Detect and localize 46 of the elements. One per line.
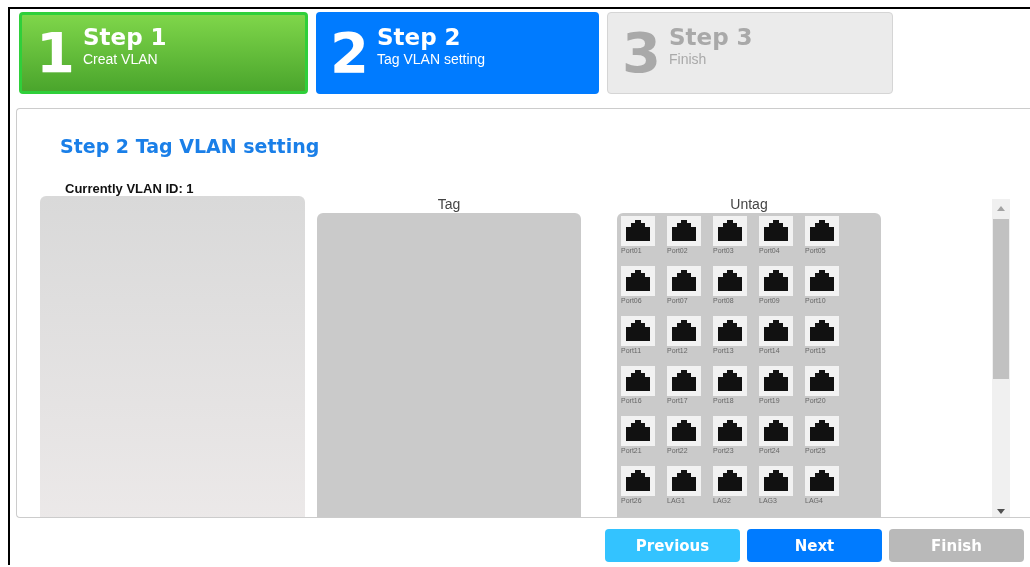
step-number: 3 — [622, 25, 661, 81]
ethernet-port-icon[interactable] — [759, 366, 793, 396]
ethernet-port-icon[interactable] — [667, 416, 701, 446]
next-button[interactable]: Next — [747, 529, 882, 562]
panel-heading: Step 2 Tag VLAN setting — [60, 135, 321, 157]
vlan-id-label: Currently VLAN ID: 1 — [65, 181, 195, 196]
ethernet-port-icon[interactable] — [621, 316, 655, 346]
ethernet-port-icon[interactable] — [667, 466, 701, 496]
ethernet-port-icon[interactable] — [759, 316, 793, 346]
tag-label: Tag — [437, 196, 461, 213]
ethernet-port-icon[interactable] — [759, 416, 793, 446]
ethernet-port-icon[interactable] — [713, 316, 747, 346]
ethernet-port-icon[interactable] — [805, 266, 839, 296]
ethernet-port-icon[interactable] — [713, 466, 747, 496]
ethernet-port-icon[interactable] — [667, 266, 701, 296]
step-title: Step 3 — [668, 25, 753, 51]
step-number: 1 — [36, 25, 75, 81]
step-subtitle: Finish — [668, 50, 708, 67]
untag-label: Untag — [730, 196, 768, 213]
ethernet-port-icon[interactable] — [667, 216, 701, 246]
step-subtitle: Tag VLAN setting — [376, 50, 486, 67]
step-number: 2 — [330, 25, 369, 81]
ethernet-port-icon[interactable] — [805, 366, 839, 396]
ethernet-port-icon[interactable] — [621, 416, 655, 446]
ethernet-port-icon[interactable] — [759, 466, 793, 496]
ethernet-port-icon[interactable] — [759, 266, 793, 296]
untag-drop-area[interactable] — [617, 213, 881, 517]
ethernet-port-icon[interactable] — [621, 366, 655, 396]
previous-button[interactable]: Previous — [605, 529, 740, 562]
step-title: Step 2 — [376, 25, 462, 51]
ethernet-port-icon[interactable] — [667, 316, 701, 346]
ethernet-port-icon[interactable] — [713, 416, 747, 446]
ethernet-port-icon[interactable] — [713, 266, 747, 296]
ethernet-port-icon[interactable] — [805, 466, 839, 496]
step-subtitle: Creat VLAN — [82, 50, 159, 67]
ethernet-port-icon[interactable] — [805, 216, 839, 246]
step-title: Step 1 — [82, 25, 167, 51]
ethernet-port-icon[interactable] — [805, 416, 839, 446]
ethernet-port-icon[interactable] — [621, 266, 655, 296]
ethernet-port-icon[interactable] — [621, 466, 655, 496]
ethernet-port-icon[interactable] — [759, 216, 793, 246]
ethernet-port-icon[interactable] — [667, 366, 701, 396]
ethernet-port-icon[interactable] — [805, 316, 839, 346]
ethernet-port-icon[interactable] — [713, 366, 747, 396]
ethernet-port-icon[interactable] — [621, 216, 655, 246]
ethernet-port-icon[interactable] — [713, 216, 747, 246]
